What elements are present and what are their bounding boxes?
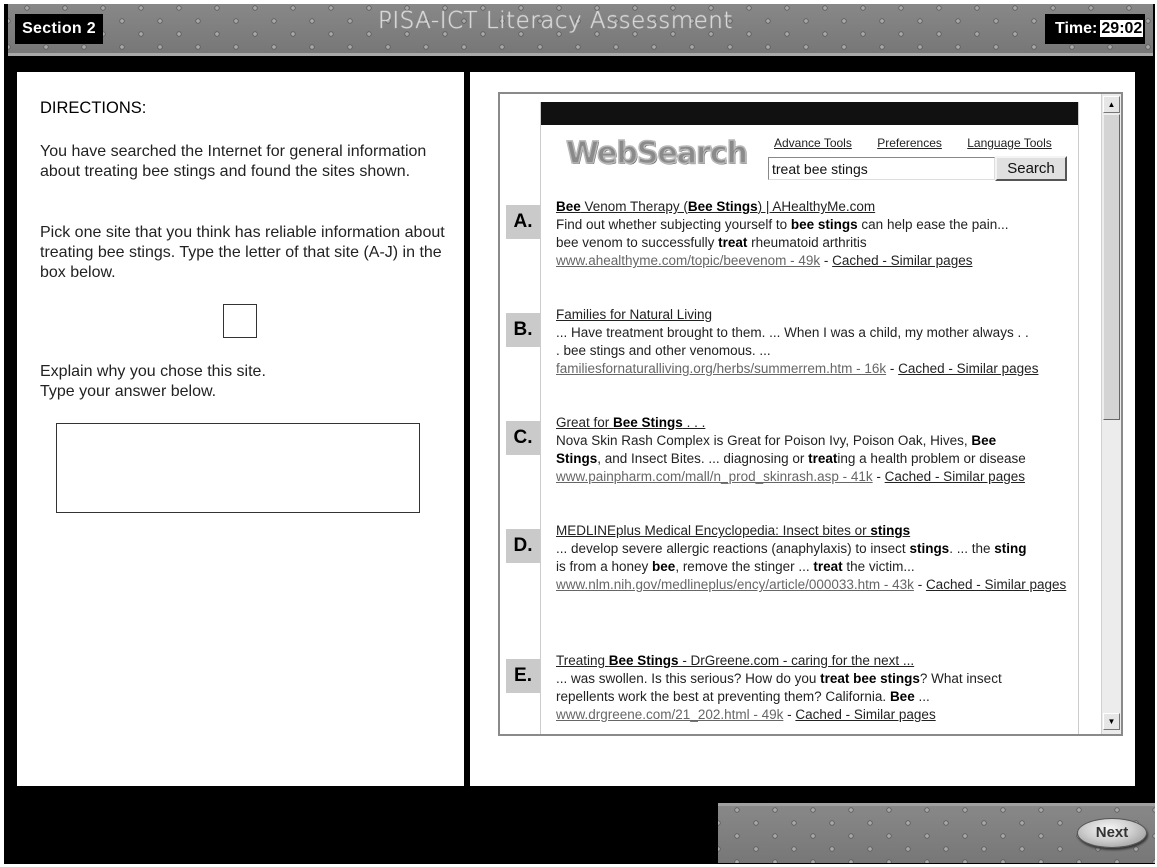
result-url-line: familiesfornaturalliving.org/herbs/summe… (556, 360, 1076, 378)
timer: Time: 29:02 (1045, 14, 1145, 44)
result-url[interactable]: www.nlm.nih.gov/medlineplus/ency/article… (556, 577, 914, 592)
result-snippet: ... was swollen. Is this serious? How do… (556, 671, 1002, 704)
result-url[interactable]: www.painpharm.com/mall/n_prod_skinrash.a… (556, 469, 873, 484)
vertical-scrollbar[interactable]: ▲ ▼ (1101, 94, 1121, 734)
cached-similar-links[interactable]: Cached - Similar pages (795, 707, 935, 722)
directions-paragraph: Pick one site that you think has reliabl… (40, 224, 445, 281)
browser-panel: WebSearch Advance Tools Preferences Lang… (470, 72, 1135, 786)
scroll-up-arrow-icon[interactable]: ▲ (1103, 96, 1120, 113)
explain-prompt-line: Type your answer below. (40, 383, 217, 400)
separator: - (783, 707, 796, 722)
result-title-link[interactable]: Bee Venom Therapy (Bee Stings) | AHealth… (556, 198, 1076, 216)
app-title: PISA-ICT Literacy Assessment (378, 8, 733, 34)
result-letter-label: D. (506, 529, 540, 563)
separator: - (886, 361, 899, 376)
scroll-thumb[interactable] (1103, 114, 1120, 420)
result-url-line: www.painpharm.com/mall/n_prod_skinrash.a… (556, 468, 1076, 486)
advance-tools-link[interactable]: Advance Tools (774, 136, 852, 150)
timer-value: 29:02 (1100, 20, 1144, 37)
result-snippet: Nova Skin Rash Complex is Great for Pois… (556, 433, 1026, 466)
result-title-link[interactable]: MEDLINEplus Medical Encyclopedia: Insect… (556, 522, 1076, 540)
result-body: Bee Venom Therapy (Bee Stings) | AHealth… (556, 198, 1076, 270)
result-url[interactable]: www.drgreene.com/21_202.html - 49k (556, 707, 783, 722)
next-button[interactable]: Next (1077, 818, 1147, 848)
result-snippet: ... Have treatment brought to them. ... … (556, 325, 1029, 358)
result-body: Families for Natural Living... Have trea… (556, 306, 1076, 378)
cached-similar-links[interactable]: Cached - Similar pages (926, 577, 1066, 592)
browser-window: WebSearch Advance Tools Preferences Lang… (498, 92, 1123, 736)
separator: - (913, 577, 926, 592)
scroll-down-arrow-icon[interactable]: ▼ (1103, 713, 1120, 730)
result-letter-label: A. (506, 205, 540, 239)
directions-paragraph: You have searched the Internet for gener… (40, 143, 427, 180)
result-title-link[interactable]: Families for Natural Living (556, 306, 1076, 324)
result-letter-label: B. (506, 313, 540, 347)
result-url-line: www.drgreene.com/21_202.html - 49k - Cac… (556, 706, 1076, 724)
language-tools-link[interactable]: Language Tools (967, 136, 1052, 150)
preferences-link[interactable]: Preferences (877, 136, 942, 150)
directions-panel: DIRECTIONS: You have searched the Intern… (17, 72, 464, 786)
site-letter-input[interactable] (223, 304, 257, 338)
cached-similar-links[interactable]: Cached - Similar pages (832, 253, 972, 268)
directions-title: DIRECTIONS: (40, 99, 147, 117)
search-tool-links: Advance Tools Preferences Language Tools (774, 136, 1052, 150)
result-title-link[interactable]: Treating Bee Stings - DrGreene.com - car… (556, 652, 1076, 670)
result-url-line: www.ahealthyme.com/topic/beevenom - 49k … (556, 252, 1076, 270)
cached-similar-links[interactable]: Cached - Similar pages (898, 361, 1038, 376)
result-snippet: Find out whether subjecting yourself to … (556, 217, 1009, 250)
result-body: Great for Bee Stings . . . Nova Skin Rash… (556, 414, 1076, 486)
result-body: MEDLINEplus Medical Encyclopedia: Insect… (556, 522, 1076, 594)
result-body: Treating Bee Stings - DrGreene.com - car… (556, 652, 1076, 724)
section-indicator: Section 2 (15, 14, 103, 44)
search-input[interactable] (768, 157, 995, 180)
timer-label: Time: (1055, 20, 1098, 37)
websearch-logo: WebSearch (565, 135, 748, 172)
explain-prompt-line: Explain why you chose this site. (40, 363, 266, 380)
result-title-link[interactable]: Great for Bee Stings . . . (556, 414, 1076, 432)
explain-prompt: Explain why you chose this site. Type yo… (40, 362, 450, 402)
separator: - (872, 469, 885, 484)
header-bar: Section 2 PISA-ICT Literacy Assessment T… (8, 4, 1153, 56)
result-snippet: ... develop severe allergic reactions (a… (556, 541, 1027, 574)
search-button[interactable]: Search (995, 156, 1067, 181)
result-url[interactable]: familiesfornaturalliving.org/herbs/summe… (556, 361, 886, 376)
footer-bar: Next (718, 803, 1155, 863)
cached-similar-links[interactable]: Cached - Similar pages (885, 469, 1025, 484)
result-url-line: www.nlm.nih.gov/medlineplus/ency/article… (556, 576, 1076, 594)
result-url[interactable]: www.ahealthyme.com/topic/beevenom - 49k (556, 253, 820, 268)
page-top-bar (541, 102, 1078, 125)
result-letter-label: E. (506, 659, 540, 693)
result-letter-label: C. (506, 421, 540, 455)
separator: - (820, 253, 833, 268)
explanation-textarea[interactable] (56, 423, 420, 513)
